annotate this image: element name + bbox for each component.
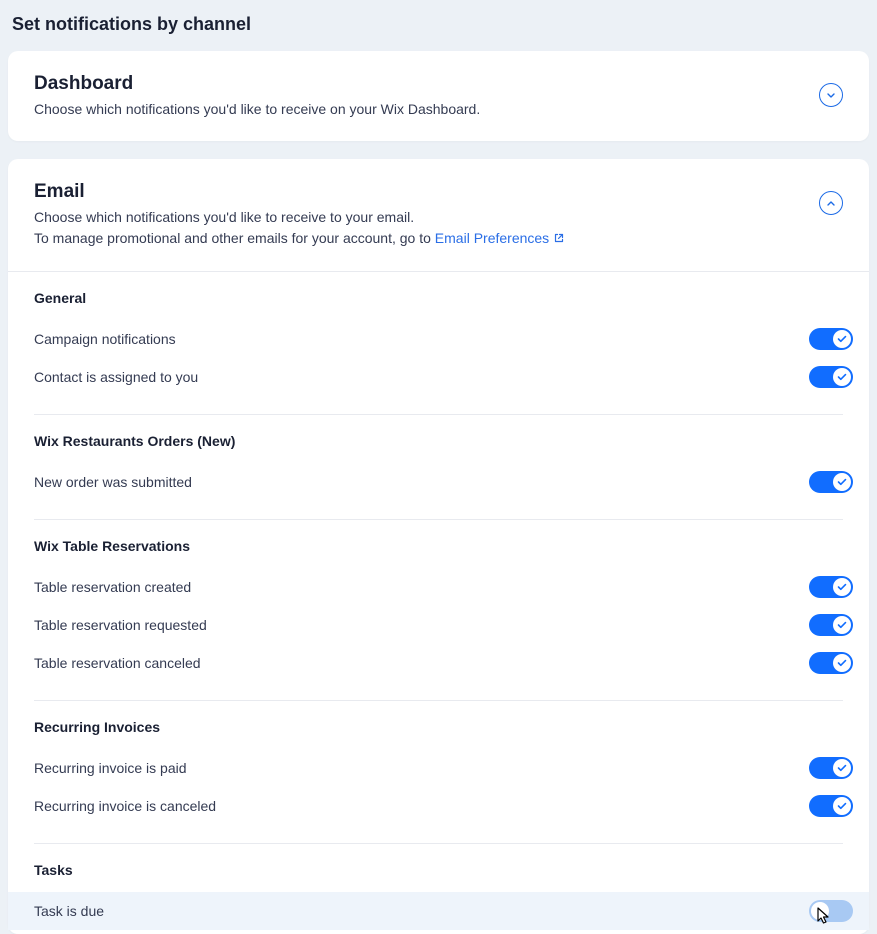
collapse-email-button[interactable] <box>819 191 843 215</box>
toggle-knob <box>833 654 851 672</box>
check-icon <box>837 335 847 343</box>
setting-label: Recurring invoice is canceled <box>34 798 216 814</box>
setting-label: Contact is assigned to you <box>34 369 198 385</box>
check-icon <box>837 802 847 810</box>
toggle[interactable] <box>809 795 853 817</box>
setting-row: New order was submitted <box>8 463 869 501</box>
chevron-up-icon <box>827 201 835 206</box>
toggle-knob <box>833 330 851 348</box>
email-title: Email <box>34 181 819 203</box>
setting-row: Contact is assigned to you <box>8 358 869 396</box>
setting-label: New order was submitted <box>34 474 192 490</box>
toggle-knob <box>833 759 851 777</box>
toggle[interactable] <box>809 328 853 350</box>
email-desc-line1: Choose which notifications you'd like to… <box>34 209 414 225</box>
setting-label: Recurring invoice is paid <box>34 760 187 776</box>
page-title: Set notifications by channel <box>8 0 869 51</box>
toggle-knob <box>833 368 851 386</box>
check-icon <box>837 621 847 629</box>
check-icon <box>837 764 847 772</box>
email-header-text: Email Choose which notifications you'd l… <box>34 181 819 249</box>
settings-section: Recurring Invoices Recurring invoice is p… <box>8 701 869 829</box>
email-card-body: General Campaign notifications Contact is … <box>8 271 869 934</box>
setting-row: Recurring invoice is canceled <box>8 787 869 825</box>
setting-row: Table reservation canceled <box>8 644 869 682</box>
toggle[interactable] <box>809 614 853 636</box>
setting-row: Campaign notifications <box>8 320 869 358</box>
dashboard-header-text: Dashboard Choose which notifications you… <box>34 73 819 119</box>
setting-row: Task is due <box>8 892 869 930</box>
toggle[interactable] <box>809 757 853 779</box>
settings-section: Wix Restaurants Orders (New) New order wa… <box>8 415 869 505</box>
toggle[interactable] <box>809 366 853 388</box>
setting-label: Table reservation canceled <box>34 655 201 671</box>
settings-section: General Campaign notifications Contact is … <box>8 272 869 400</box>
setting-label: Task is due <box>34 903 104 919</box>
expand-dashboard-button[interactable] <box>819 83 843 107</box>
check-icon <box>837 478 847 486</box>
email-card: Email Choose which notifications you'd l… <box>8 159 869 934</box>
external-link-icon <box>553 229 565 249</box>
check-icon <box>837 659 847 667</box>
email-desc: Choose which notifications you'd like to… <box>34 207 819 249</box>
check-icon <box>837 583 847 591</box>
check-icon <box>837 373 847 381</box>
toggle-knob <box>833 473 851 491</box>
dashboard-desc: Choose which notifications you'd like to… <box>34 99 819 119</box>
email-desc-line2-prefix: To manage promotional and other emails f… <box>34 230 435 246</box>
section-title: Tasks <box>34 862 843 878</box>
toggle-knob <box>811 902 829 920</box>
toggle[interactable] <box>809 471 853 493</box>
section-title: Wix Table Reservations <box>34 538 843 554</box>
email-card-header: Email Choose which notifications you'd l… <box>8 159 869 271</box>
toggle-knob <box>833 797 851 815</box>
email-preferences-link[interactable]: Email Preferences <box>435 230 565 246</box>
setting-label: Campaign notifications <box>34 331 176 347</box>
dashboard-card: Dashboard Choose which notifications you… <box>8 51 869 141</box>
setting-label: Table reservation created <box>34 579 191 595</box>
section-title: General <box>34 290 843 306</box>
toggle[interactable] <box>809 576 853 598</box>
section-title: Wix Restaurants Orders (New) <box>34 433 843 449</box>
setting-row: Recurring invoice is paid <box>8 749 869 787</box>
toggle-knob <box>833 616 851 634</box>
chevron-down-icon <box>827 93 835 98</box>
settings-section: Tasks Task is due <box>8 844 869 934</box>
email-preferences-link-label: Email Preferences <box>435 230 549 246</box>
toggle[interactable] <box>809 652 853 674</box>
toggle[interactable] <box>809 900 853 922</box>
setting-row: Table reservation created <box>8 568 869 606</box>
toggle-knob <box>833 578 851 596</box>
dashboard-card-header: Dashboard Choose which notifications you… <box>8 51 869 141</box>
setting-row: Table reservation requested <box>8 606 869 644</box>
setting-label: Table reservation requested <box>34 617 207 633</box>
settings-section: Wix Table Reservations Table reservation … <box>8 520 869 686</box>
dashboard-title: Dashboard <box>34 73 819 95</box>
section-title: Recurring Invoices <box>34 719 843 735</box>
